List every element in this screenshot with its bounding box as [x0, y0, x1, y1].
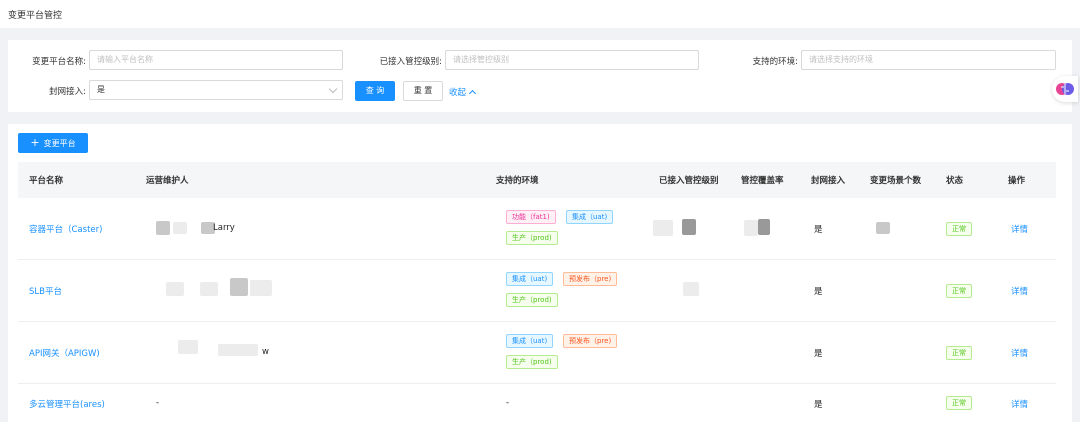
filter-panel: 变更平台名称: 请输入平台名称 已接入管控级别: 请选择管控级别 支持的环境: … [8, 40, 1072, 112]
add-platform-label: 变更平台 [43, 139, 76, 148]
environment-label: 支持的环境: [752, 57, 798, 67]
collapse-toggle[interactable]: 收起 [449, 86, 477, 98]
env-tag: 生产（prod) [506, 355, 558, 369]
platform-name-link[interactable]: API网关（APIGW) [29, 347, 100, 359]
platform-table-card: + 变更平台 平台名称 运营维护人 支持的环境 已接入管控级别 管控覆盖率 封网接… [8, 124, 1072, 422]
status-badge: 正常 [946, 284, 972, 298]
platform-name-link[interactable]: 多云管理平台(ares) [29, 398, 105, 410]
col-network-access: 封网接入 [811, 176, 846, 186]
add-platform-button[interactable]: + 变更平台 [18, 133, 88, 153]
network-access-value: 是 [814, 225, 823, 235]
col-maintainer: 运营维护人 [146, 176, 189, 186]
env-tag: 生产（prod) [506, 231, 558, 245]
network-access-value: 是 [814, 400, 823, 410]
detail-link[interactable]: 详情 [1011, 398, 1028, 410]
col-coverage: 管控覆盖率 [741, 176, 784, 186]
network-access-value: 是 [814, 287, 823, 297]
plus-icon: + [30, 136, 40, 149]
network-access-label: 封网接入: [49, 87, 86, 97]
maintainer-name: - [156, 398, 160, 408]
col-status: 状态 [946, 176, 964, 186]
col-scene-count: 变更场景个数 [870, 176, 922, 186]
redacted-text [682, 219, 696, 235]
reset-button[interactable]: 重 置 [403, 81, 443, 101]
col-platform-name: 平台名称 [29, 176, 64, 186]
redacted-text [758, 219, 770, 235]
status-badge: 正常 [946, 396, 972, 410]
network-access-select[interactable]: 是 [89, 80, 343, 100]
chevron-up-icon [468, 89, 477, 98]
control-level-label: 已接入管控级别: [379, 57, 442, 67]
network-access-value: 是 [814, 349, 823, 359]
status-badge: 正常 [946, 222, 972, 236]
table-row: SLB平台 集成（uat) 预发布（pre) 生产（prod) 是 正常 详情 [18, 260, 1056, 322]
top-bar: 变更平台管控 [0, 0, 1080, 28]
col-control-level: 已接入管控级别 [659, 176, 719, 186]
platform-name-input[interactable]: 请输入平台名称 [89, 50, 343, 70]
table-row: API网关（APIGW) w 集成（uat) 预发布（pre) 生产（prod)… [18, 322, 1056, 384]
detail-link[interactable]: 详情 [1011, 347, 1028, 359]
redacted-avatar [230, 278, 248, 296]
redacted-text [173, 222, 187, 234]
env-tag: 生产（prod) [506, 293, 558, 307]
detail-link[interactable]: 详情 [1011, 285, 1028, 297]
control-level-select[interactable]: 请选择管控级别 [445, 50, 699, 70]
table-row: 容器平台（Caster) Larry 功能（fat1) 集成（uat) 生产（p… [18, 198, 1056, 260]
query-button[interactable]: 查 询 [355, 81, 395, 101]
redacted-avatar [156, 221, 170, 235]
col-environments: 支持的环境 [496, 176, 539, 186]
network-access-value: 是 [97, 85, 105, 94]
env-tag: 预发布（pre) [563, 334, 618, 348]
redacted-text [744, 220, 758, 236]
env-tag: 集成（uat) [506, 334, 554, 348]
redacted-text [250, 280, 272, 296]
maintainer-name: w [262, 347, 269, 357]
collapse-label: 收起 [449, 88, 467, 98]
redacted-text [653, 220, 673, 236]
detail-link[interactable]: 详情 [1011, 223, 1028, 235]
platform-name-label: 变更平台名称: [32, 57, 86, 67]
redacted-text [178, 340, 198, 354]
redacted-text [200, 282, 218, 296]
environments-value: - [506, 398, 510, 408]
table-header: 平台名称 运营维护人 支持的环境 已接入管控级别 管控覆盖率 封网接入 变更场景… [18, 162, 1056, 198]
chevron-down-icon [328, 84, 338, 94]
col-actions: 操作 [1008, 176, 1026, 186]
table-row: 多云管理平台(ares) - - 是 正常 详情 [18, 384, 1056, 422]
redacted-text [683, 282, 699, 296]
env-tag: 预发布（pre) [563, 272, 618, 286]
redacted-text [218, 344, 258, 356]
redacted-text [876, 222, 890, 234]
environment-select[interactable]: 请选择支持的环境 [801, 50, 1056, 70]
platform-name-link[interactable]: 容器平台（Caster) [29, 223, 102, 235]
platform-name-link[interactable]: SLB平台 [29, 285, 62, 297]
page-title: 变更平台管控 [8, 11, 63, 21]
maintainer-name: Larry [213, 223, 235, 233]
env-tag: 集成（uat) [506, 272, 554, 286]
redacted-text [166, 282, 184, 296]
status-badge: 正常 [946, 346, 972, 360]
env-tag: 集成（uat) [566, 210, 614, 224]
env-tag: 功能（fat1) [506, 210, 556, 224]
brain-icon[interactable] [1052, 76, 1078, 102]
